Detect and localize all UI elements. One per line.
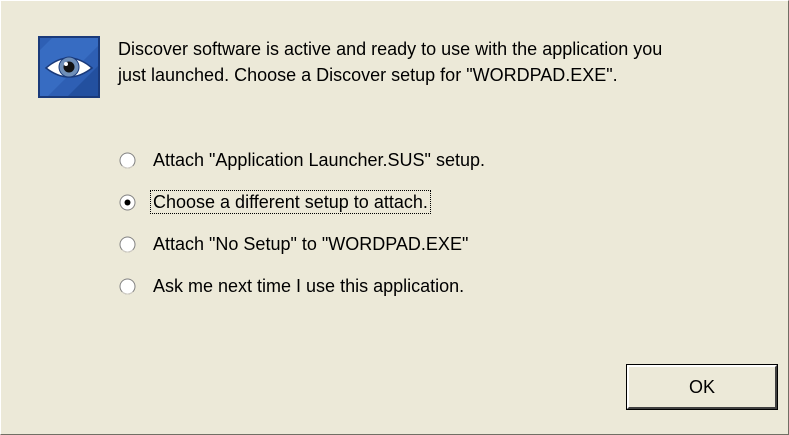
option-choose-different-setup[interactable]: Choose a different setup to attach.	[119, 190, 431, 214]
message-line-1: Discover software is active and ready to…	[118, 39, 663, 59]
option-label: Attach "Application Launcher.SUS" setup.	[153, 150, 485, 170]
option-label: Choose a different setup to attach.	[150, 190, 431, 214]
radio-unselected-icon[interactable]	[119, 278, 136, 295]
option-label: Ask me next time I use this application.	[153, 276, 465, 296]
discover-eye-icon	[38, 36, 100, 98]
option-attach-no-setup[interactable]: Attach "No Setup" to "WORDPAD.EXE"	[119, 232, 471, 256]
radio-selected-icon[interactable]	[119, 194, 136, 211]
radio-unselected-icon[interactable]	[119, 236, 136, 253]
option-ask-next-time[interactable]: Ask me next time I use this application.	[119, 274, 467, 298]
dialog-message: Discover software is active and ready to…	[118, 36, 778, 88]
radio-unselected-icon[interactable]	[119, 152, 136, 169]
discover-setup-dialog: Discover software is active and ready to…	[0, 0, 789, 435]
ok-button[interactable]: OK	[626, 364, 778, 410]
option-attach-application-launcher[interactable]: Attach "Application Launcher.SUS" setup.	[119, 148, 488, 172]
message-line-2: just launched. Choose a Discover setup f…	[118, 65, 618, 85]
option-label: Attach "No Setup" to "WORDPAD.EXE"	[153, 234, 469, 254]
